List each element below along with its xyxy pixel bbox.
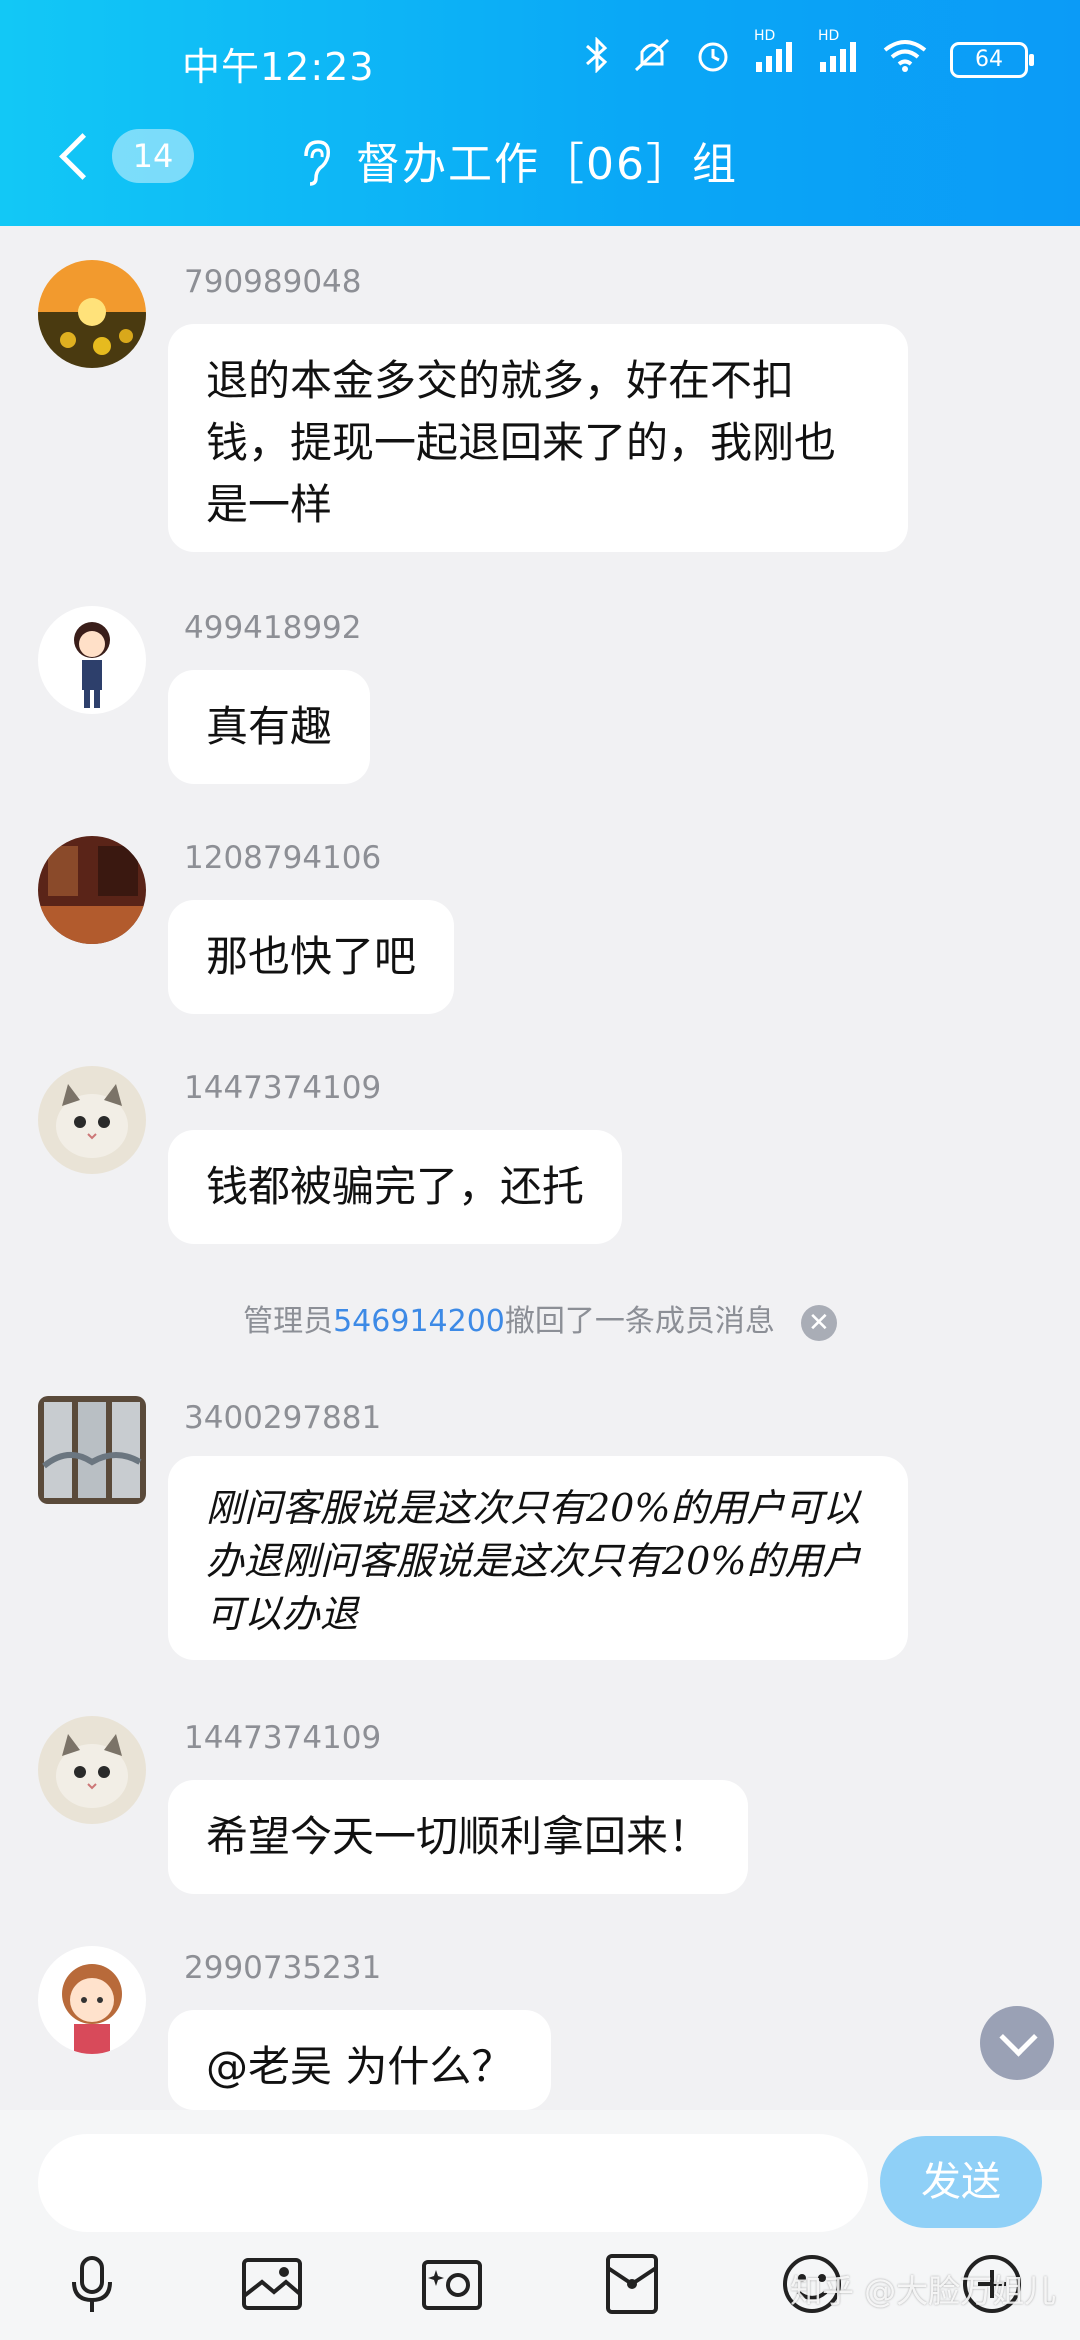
- status-time: 中午12:23: [182, 45, 375, 89]
- unread-count-badge[interactable]: 14: [112, 129, 194, 183]
- avatar[interactable]: [38, 1066, 146, 1174]
- sender-id: 499418992: [184, 610, 362, 646]
- camera-icon[interactable]: [420, 2252, 484, 2316]
- message-bubble[interactable]: 那也快了吧: [168, 900, 455, 1014]
- avatar[interactable]: [38, 606, 146, 714]
- scroll-to-bottom-button[interactable]: [980, 2006, 1054, 2080]
- message-item: 1208794106 那也快了吧: [0, 836, 1080, 1016]
- wifi-icon: [882, 38, 928, 81]
- image-icon[interactable]: [240, 2252, 304, 2316]
- message-item: 1447374109 希望今天一切顺利拿回来！: [0, 1716, 1080, 1896]
- sender-id: 790989048: [184, 264, 362, 300]
- sender-id: 1447374109: [184, 1070, 382, 1106]
- message-input[interactable]: [38, 2134, 868, 2232]
- sender-id: 1208794106: [184, 840, 382, 876]
- watermark: 知乎 @大脸万姐儿: [790, 2272, 1057, 2310]
- alarm-icon: [694, 36, 732, 83]
- avatar[interactable]: [38, 1396, 146, 1504]
- message-bubble[interactable]: 钱都被骗完了，还托: [168, 1130, 623, 1244]
- message-item: 790989048 退的本金多交的就多，好在不扣钱，提现一起退回来了的，我刚也是…: [0, 258, 1080, 558]
- message-bubble[interactable]: 刚问客服说是这次只有20%的用户可以办退刚问客服说是这次只有20%的用户可以办退: [168, 1456, 908, 1660]
- message-item: 499418992 真有趣: [0, 606, 1080, 786]
- message-bubble[interactable]: 真有趣: [168, 670, 371, 784]
- sender-id: 2990735231: [184, 1950, 382, 1986]
- sender-id: 1447374109: [184, 1720, 382, 1756]
- chat-title: 督办工作［06］组: [356, 139, 738, 190]
- sender-id: 3400297881: [184, 1400, 382, 1436]
- bluetooth-icon: [584, 36, 610, 82]
- message-bubble[interactable]: 退的本金多交的就多，好在不扣钱，提现一起退回来了的，我刚也是一样: [168, 324, 908, 552]
- send-button[interactable]: 发送: [880, 2136, 1042, 2228]
- signal-2-icon: HD: [818, 28, 860, 81]
- signal-1-icon: HD: [754, 28, 796, 81]
- microphone-icon[interactable]: [60, 2252, 124, 2316]
- message-bubble[interactable]: 希望今天一切顺利拿回来！: [168, 1780, 749, 1894]
- back-button[interactable]: [56, 130, 96, 186]
- avatar[interactable]: [38, 836, 146, 944]
- header-bar: 中午12:23 HD HD 64 14 督办工作［06］组: [0, 0, 1080, 226]
- close-icon[interactable]: ✕: [800, 1304, 837, 1341]
- message-item: 2990735231 @老吴 为什么？: [0, 1946, 1080, 2110]
- admin-id-link[interactable]: 546914200: [333, 1304, 505, 1339]
- system-notice: 管理员546914200撤回了一条成员消息 ✕: [0, 1296, 1080, 1341]
- avatar[interactable]: [38, 1716, 146, 1824]
- avatar[interactable]: [38, 1946, 146, 2054]
- avatar[interactable]: [38, 260, 146, 368]
- battery-icon: 64: [950, 41, 1034, 78]
- status-icons: HD HD 64: [584, 28, 1034, 83]
- message-item: 3400297881 刚问客服说是这次只有20%的用户可以办退刚问客服说是这次只…: [0, 1396, 1080, 1666]
- message-item: 1447374109 钱都被骗完了，还托: [0, 1066, 1080, 1246]
- red-packet-icon[interactable]: [600, 2252, 664, 2316]
- message-bubble[interactable]: @老吴 为什么？: [168, 2010, 552, 2110]
- bell-muted-icon: [632, 36, 672, 83]
- ear-icon[interactable]: [298, 138, 334, 188]
